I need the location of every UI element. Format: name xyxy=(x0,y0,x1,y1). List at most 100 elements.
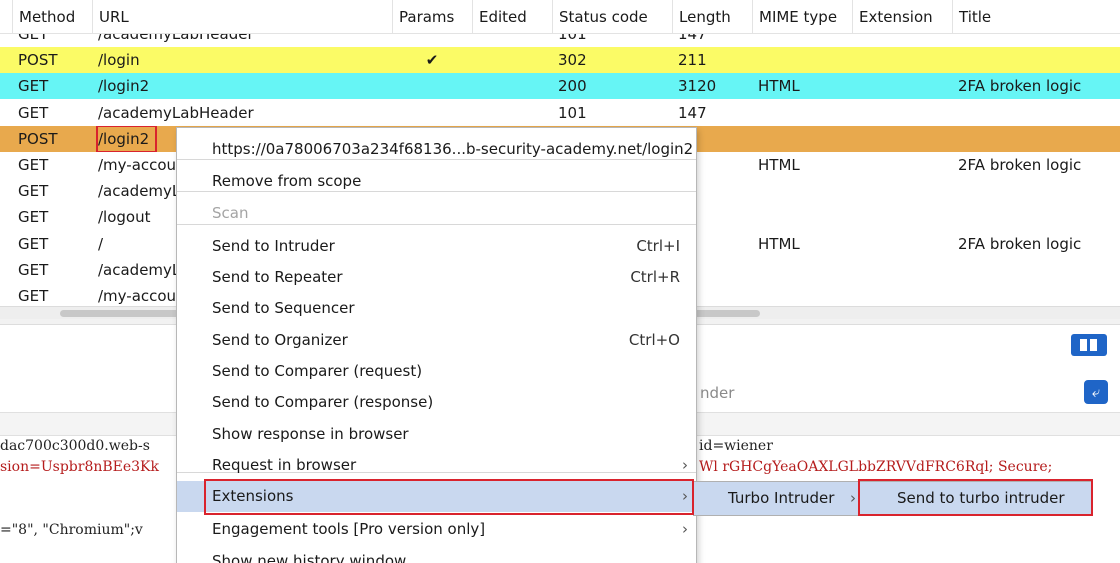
menu-item-label: Scan xyxy=(212,204,249,222)
status-cell: 101 xyxy=(558,103,587,122)
title-cell: 2FA broken logic xyxy=(958,77,1082,96)
chevron-right-icon: › xyxy=(682,487,688,505)
column-header-length[interactable]: Length xyxy=(672,0,752,34)
menu-item-send-to-turbo-intruder[interactable]: Send to turbo intruder xyxy=(897,482,1065,515)
menu-item-label: Show new history window xyxy=(212,552,407,563)
menu-item-label: Engagement tools [Pro version only] xyxy=(212,520,486,538)
table-row[interactable]: . GET/login2 200 3120 HTML 2FA broken logic xyxy=(0,73,1120,100)
response-line-id: id=wiener xyxy=(699,438,773,454)
menu-item-label: Request in browser xyxy=(212,456,357,474)
row-index: . xyxy=(0,47,10,73)
column-header-url[interactable]: URL xyxy=(92,0,392,34)
menu-item-scan: Scan xyxy=(177,198,696,229)
method-cell: GET xyxy=(18,103,49,122)
menu-item-request-in-browser[interactable]: Request in browser › xyxy=(177,450,696,481)
context-menu: https://0a78006703a234f68136...b-securit… xyxy=(176,127,697,563)
mime-cell xyxy=(752,47,852,73)
request-line-host: dac700c300d0.web-s xyxy=(0,438,150,454)
row-index: . xyxy=(0,178,10,204)
menu-item-label: Send to Repeater xyxy=(212,268,343,286)
mime-cell xyxy=(752,204,852,230)
menu-item-send-to-organizer[interactable]: Send to Organizer Ctrl+O xyxy=(177,325,696,356)
title-cell xyxy=(952,257,1120,283)
row-index: . xyxy=(0,152,10,178)
menu-item-show-response-in-browser[interactable]: Show response in browser xyxy=(177,419,696,450)
chevron-right-icon: › xyxy=(850,489,856,507)
table-header: Method URL Params Edited Status code Len… xyxy=(0,0,1120,34)
params-cell xyxy=(392,73,472,99)
menu-shortcut: Ctrl+I xyxy=(636,237,680,255)
turbo-intruder-submenu: Send to turbo intruder xyxy=(859,481,1093,516)
length-cell: 147 xyxy=(678,103,707,122)
method-cell: POST xyxy=(18,129,58,148)
url-cell: /login xyxy=(98,51,140,70)
menu-item-label: Send to Organizer xyxy=(212,331,348,349)
column-header-extension[interactable]: Extension xyxy=(852,0,952,34)
menu-item-send-to-comparer-response[interactable]: Send to Comparer (response) xyxy=(177,387,696,418)
menu-item-extensions[interactable]: Extensions › xyxy=(177,481,696,512)
length-cell: 211 xyxy=(678,51,707,70)
method-cell: GET xyxy=(18,77,49,96)
menu-item-label: Show response in browser xyxy=(212,425,409,443)
menu-item-send-to-comparer-request[interactable]: Send to Comparer (request) xyxy=(177,356,696,387)
mime-cell: HTML xyxy=(758,156,800,174)
menu-item-label: Remove from scope xyxy=(212,172,362,190)
method-cell: GET xyxy=(18,260,49,279)
menu-item-label: Send to Comparer (response) xyxy=(212,393,434,411)
chevron-right-icon: › xyxy=(682,456,688,474)
row-index: . xyxy=(0,257,10,283)
column-header-title[interactable]: Title xyxy=(952,0,1120,34)
mime-cell xyxy=(752,257,852,283)
menu-item-remove-from-scope[interactable]: Remove from scope xyxy=(177,166,696,197)
menu-item-label: Send to Comparer (request) xyxy=(212,362,423,380)
menu-item-label: Send to Intruder xyxy=(212,237,335,255)
url-cell: /login2 xyxy=(98,77,150,96)
status-cell: 302 xyxy=(558,51,587,70)
table-row[interactable]: . GET/academyLabHeader 101 147 xyxy=(0,99,1120,126)
mime-cell xyxy=(752,100,852,126)
title-cell xyxy=(952,100,1120,126)
menu-item-show-new-history-window[interactable]: Show new history window xyxy=(177,546,696,563)
column-header-mime-type[interactable]: MIME type xyxy=(752,0,852,34)
column-header-method[interactable]: Method xyxy=(12,0,92,34)
menu-item-send-to-repeater[interactable]: Send to Repeater Ctrl+R xyxy=(177,262,696,293)
row-index: . xyxy=(0,73,10,99)
title-cell xyxy=(952,178,1120,204)
method-cell: GET xyxy=(18,156,49,174)
menu-item-label: Send to Sequencer xyxy=(212,299,355,317)
column-header-params[interactable]: Params xyxy=(392,0,472,34)
request-line-session: sion=Uspbr8nBEe3Kk xyxy=(0,459,160,475)
menu-item-turbo-intruder[interactable]: Turbo Intruder xyxy=(728,482,834,515)
table-row[interactable]: . POST/login ✔ 302 211 xyxy=(0,47,1120,74)
tab-label-fragment[interactable]: nder xyxy=(700,384,734,402)
column-header-edited[interactable]: Edited xyxy=(472,0,552,34)
menu-item-label: https://0a78006703a234f68136...b-securit… xyxy=(212,140,694,158)
menu-item-send-to-sequencer[interactable]: Send to Sequencer xyxy=(177,293,696,324)
menu-item-https-0a78006703a234f68136-b-security-ac[interactable]: https://0a78006703a234f68136...b-securit… xyxy=(177,134,696,165)
url-highlight: /login2 xyxy=(95,125,158,152)
method-cell: GET xyxy=(18,234,49,253)
chevron-right-icon: › xyxy=(682,520,688,538)
mime-cell: HTML xyxy=(758,77,800,96)
method-cell: POST xyxy=(18,51,58,70)
title-cell xyxy=(952,126,1120,152)
row-index: . xyxy=(0,231,10,257)
params-cell: ✔ xyxy=(425,51,439,70)
mime-cell xyxy=(752,126,852,152)
title-cell: 2FA broken logic xyxy=(958,234,1082,253)
response-line-cookie: Wl rGHCgYeaOAXLGLbbZRVVdFRC6Rql; Secure; xyxy=(699,459,1053,475)
method-cell: GET xyxy=(18,182,49,201)
column-header-status-code[interactable]: Status code xyxy=(552,0,672,34)
menu-item-send-to-intruder[interactable]: Send to Intruder Ctrl+I xyxy=(177,231,696,262)
length-cell: 3120 xyxy=(678,77,717,96)
title-cell xyxy=(952,47,1120,73)
mime-cell xyxy=(752,178,852,204)
mime-cell: HTML xyxy=(758,234,800,253)
menu-shortcut: Ctrl+O xyxy=(628,331,680,349)
title-cell: 2FA broken logic xyxy=(958,156,1082,174)
layout-toggle-icon[interactable] xyxy=(1071,334,1107,356)
word-wrap-icon[interactable]: ⤶ xyxy=(1084,380,1108,404)
status-cell: 200 xyxy=(558,77,587,96)
request-line-ua: ="8", "Chromium";v xyxy=(0,522,143,538)
menu-item-engagement-tools-pro-version-only[interactable]: Engagement tools [Pro version only] › xyxy=(177,514,696,545)
